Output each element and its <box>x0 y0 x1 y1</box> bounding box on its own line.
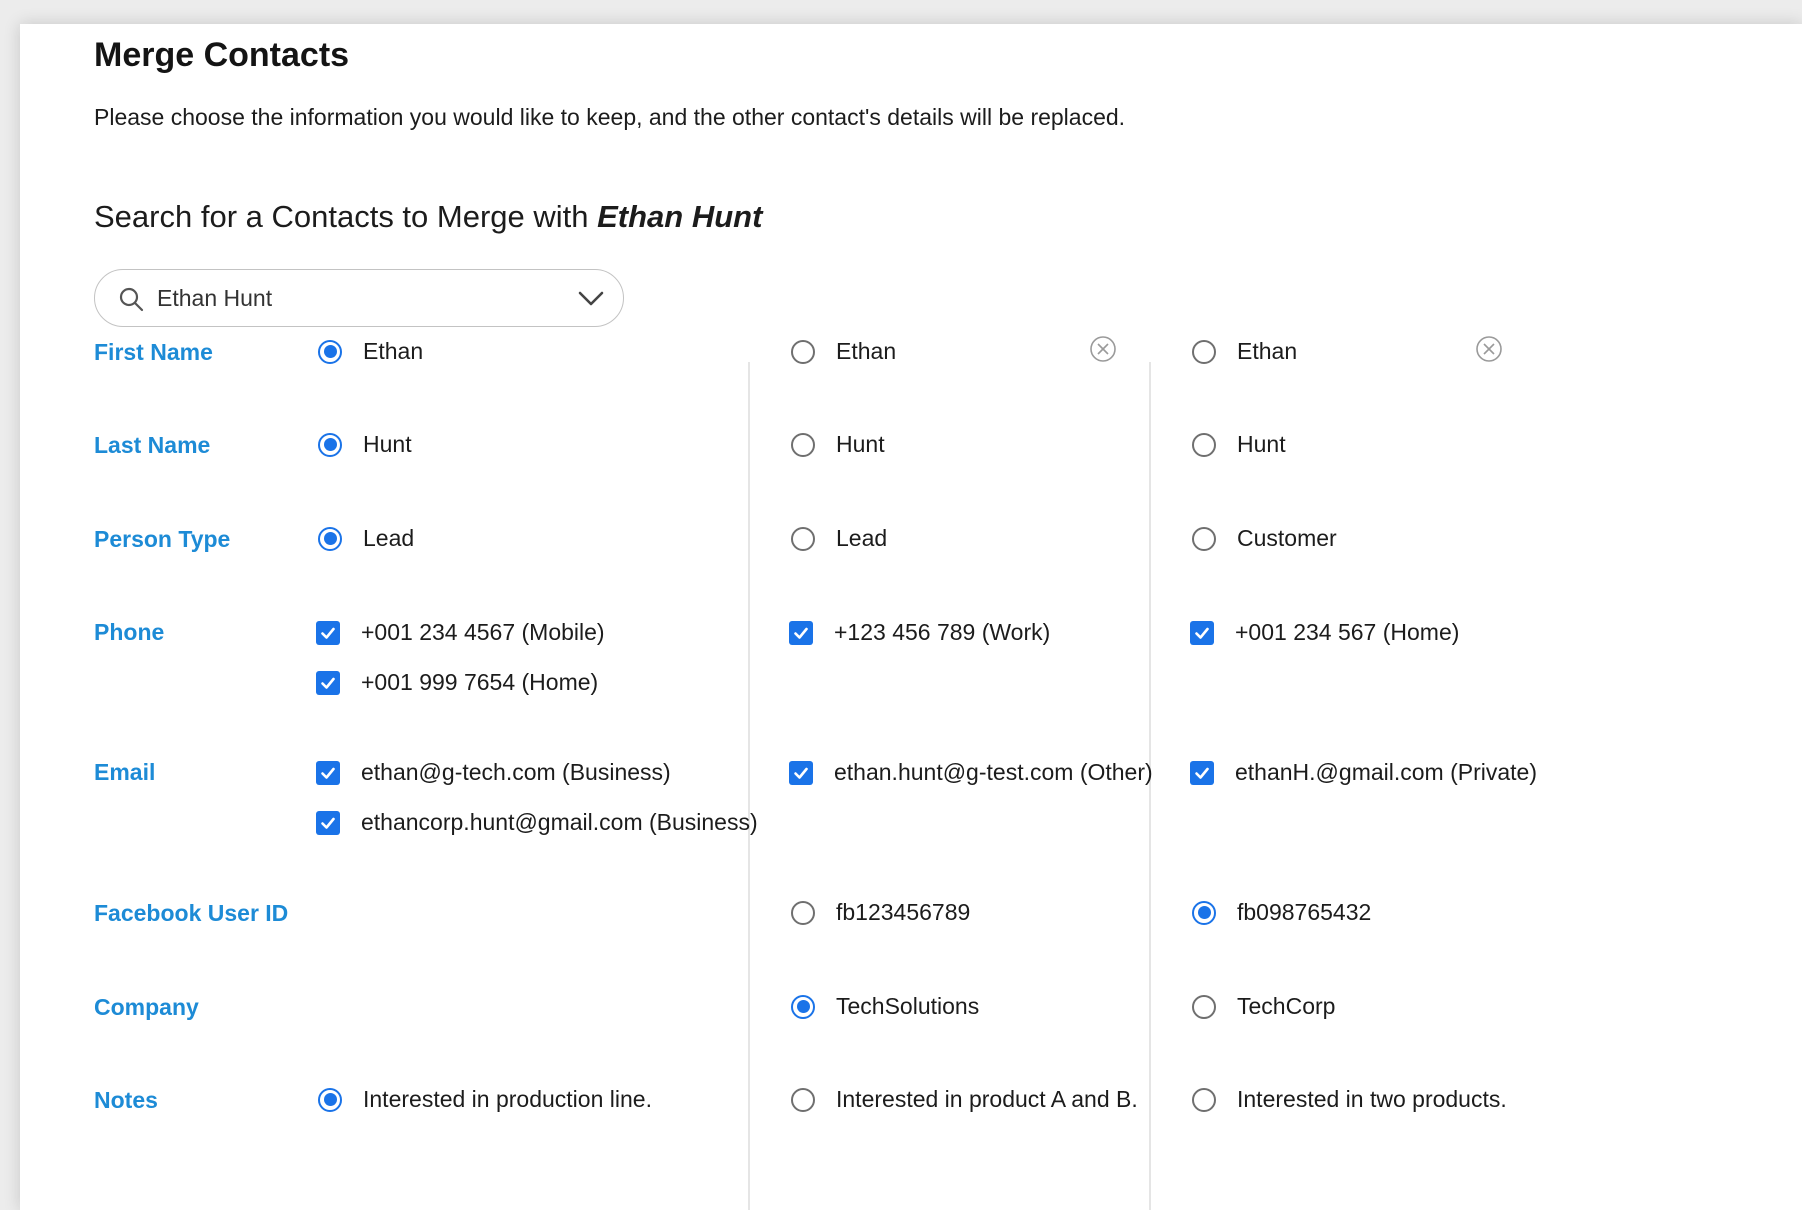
person-type-option-2[interactable]: Lead <box>791 525 887 552</box>
search-heading: Search for a Contacts to Merge with Etha… <box>94 199 762 235</box>
person-type-option-1[interactable]: Lead <box>318 525 414 552</box>
last-name-option-2[interactable]: Hunt <box>791 431 885 458</box>
search-icon <box>119 287 144 312</box>
company-value-3: TechCorp <box>1237 993 1336 1019</box>
last-name-radio-3[interactable] <box>1192 432 1216 457</box>
field-label-person-type: Person Type <box>94 526 231 552</box>
facebook-option-2[interactable]: fb123456789 <box>791 899 970 926</box>
contact-search-input[interactable] <box>157 280 537 316</box>
column-divider <box>1149 362 1151 1210</box>
notes-option-3[interactable]: Interested in two products. <box>1192 1086 1507 1113</box>
email-value: ethan@g-tech.com (Business) <box>361 759 671 785</box>
phone-checkbox[interactable] <box>1190 620 1214 645</box>
last-name-value-2: Hunt <box>836 431 885 457</box>
field-label-last-name: Last Name <box>94 432 211 458</box>
email-checkbox[interactable] <box>789 760 813 785</box>
notes-value-2: Interested in product A and B. <box>836 1086 1138 1112</box>
email-checkbox[interactable] <box>1190 760 1214 785</box>
phone-value: +001 234 567 (Home) <box>1235 619 1460 645</box>
facebook-radio-3[interactable] <box>1192 900 1216 925</box>
first-name-option-1[interactable]: Ethan <box>318 338 423 365</box>
column-divider <box>748 362 750 1210</box>
last-name-option-3[interactable]: Hunt <box>1192 431 1286 458</box>
email-option-3[interactable]: ethanH.@gmail.com (Private) <box>1190 759 1537 786</box>
field-label-company: Company <box>94 994 199 1020</box>
facebook-value-3: fb098765432 <box>1237 899 1372 925</box>
field-label-phone: Phone <box>94 619 165 645</box>
last-name-value-3: Hunt <box>1237 431 1286 457</box>
chevron-down-icon[interactable] <box>577 287 605 311</box>
phone-option-1b[interactable]: +001 999 7654 (Home) <box>316 669 598 696</box>
person-type-radio-3[interactable] <box>1192 526 1216 551</box>
last-name-value-1: Hunt <box>363 431 412 457</box>
phone-value: +001 234 4567 (Mobile) <box>361 619 605 645</box>
first-name-radio-1[interactable] <box>318 339 342 364</box>
company-radio-2[interactable] <box>791 994 815 1019</box>
email-option-2[interactable]: ethan.hunt@g-test.com (Other) <box>789 759 1153 786</box>
page-description: Please choose the information you would … <box>94 104 1126 130</box>
phone-option-3[interactable]: +001 234 567 (Home) <box>1190 619 1459 646</box>
first-name-option-2[interactable]: Ethan <box>791 338 896 365</box>
company-radio-3[interactable] <box>1192 994 1216 1019</box>
phone-checkbox[interactable] <box>789 620 813 645</box>
facebook-option-3[interactable]: fb098765432 <box>1192 899 1371 926</box>
notes-radio-2[interactable] <box>791 1087 815 1112</box>
notes-radio-1[interactable] <box>318 1087 342 1112</box>
company-option-3[interactable]: TechCorp <box>1192 993 1335 1020</box>
page-title: Merge Contacts <box>94 36 350 74</box>
notes-radio-3[interactable] <box>1192 1087 1216 1112</box>
first-name-radio-2[interactable] <box>791 339 815 364</box>
first-name-option-3[interactable]: Ethan <box>1192 338 1297 365</box>
field-label-facebook-user-id: Facebook User ID <box>94 900 289 926</box>
last-name-option-1[interactable]: Hunt <box>318 431 412 458</box>
company-value-2: TechSolutions <box>836 993 980 1019</box>
email-value: ethanH.@gmail.com (Private) <box>1235 759 1537 785</box>
phone-checkbox[interactable] <box>316 670 340 695</box>
last-name-radio-2[interactable] <box>791 432 815 457</box>
last-name-radio-1[interactable] <box>318 432 342 457</box>
person-type-radio-2[interactable] <box>791 526 815 551</box>
notes-option-2[interactable]: Interested in product A and B. <box>791 1086 1138 1113</box>
facebook-radio-2[interactable] <box>791 900 815 925</box>
email-option-1a[interactable]: ethan@g-tech.com (Business) <box>316 759 671 786</box>
first-name-value-1: Ethan <box>363 338 424 364</box>
email-value: ethan.hunt@g-test.com (Other) <box>834 759 1153 785</box>
field-label-first-name: First Name <box>94 339 213 365</box>
close-circle-icon[interactable] <box>1088 334 1118 364</box>
phone-value: +123 456 789 (Work) <box>834 619 1051 645</box>
merge-contacts-panel: Merge Contacts Please choose the informa… <box>20 24 1802 1210</box>
email-option-1b[interactable]: ethancorp.hunt@gmail.com (Business) <box>316 809 758 836</box>
person-type-value-2: Lead <box>836 525 888 551</box>
field-label-email: Email <box>94 759 156 785</box>
phone-option-2[interactable]: +123 456 789 (Work) <box>789 619 1050 646</box>
notes-value-1: Interested in production line. <box>363 1086 652 1112</box>
contact-search-combobox[interactable] <box>94 269 624 327</box>
person-type-option-3[interactable]: Customer <box>1192 525 1337 552</box>
first-name-value-2: Ethan <box>836 338 897 364</box>
phone-value: +001 999 7654 (Home) <box>361 669 599 695</box>
first-name-value-3: Ethan <box>1237 338 1298 364</box>
email-value: ethancorp.hunt@gmail.com (Business) <box>361 809 758 835</box>
phone-checkbox[interactable] <box>316 620 340 645</box>
phone-option-1a[interactable]: +001 234 4567 (Mobile) <box>316 619 605 646</box>
facebook-value-2: fb123456789 <box>836 899 971 925</box>
email-checkbox[interactable] <box>316 760 340 785</box>
person-type-value-1: Lead <box>363 525 415 551</box>
notes-option-1[interactable]: Interested in production line. <box>318 1086 652 1113</box>
company-option-2[interactable]: TechSolutions <box>791 993 979 1020</box>
person-type-radio-1[interactable] <box>318 526 342 551</box>
close-circle-icon[interactable] <box>1474 334 1504 364</box>
first-name-radio-3[interactable] <box>1192 339 1216 364</box>
search-heading-contact-name: Ethan Hunt <box>597 199 763 234</box>
search-heading-prefix: Search for a Contacts to Merge with <box>94 199 598 234</box>
email-checkbox[interactable] <box>316 810 340 835</box>
field-label-notes: Notes <box>94 1087 158 1113</box>
notes-value-3: Interested in two products. <box>1237 1086 1507 1112</box>
person-type-value-3: Customer <box>1237 525 1337 551</box>
